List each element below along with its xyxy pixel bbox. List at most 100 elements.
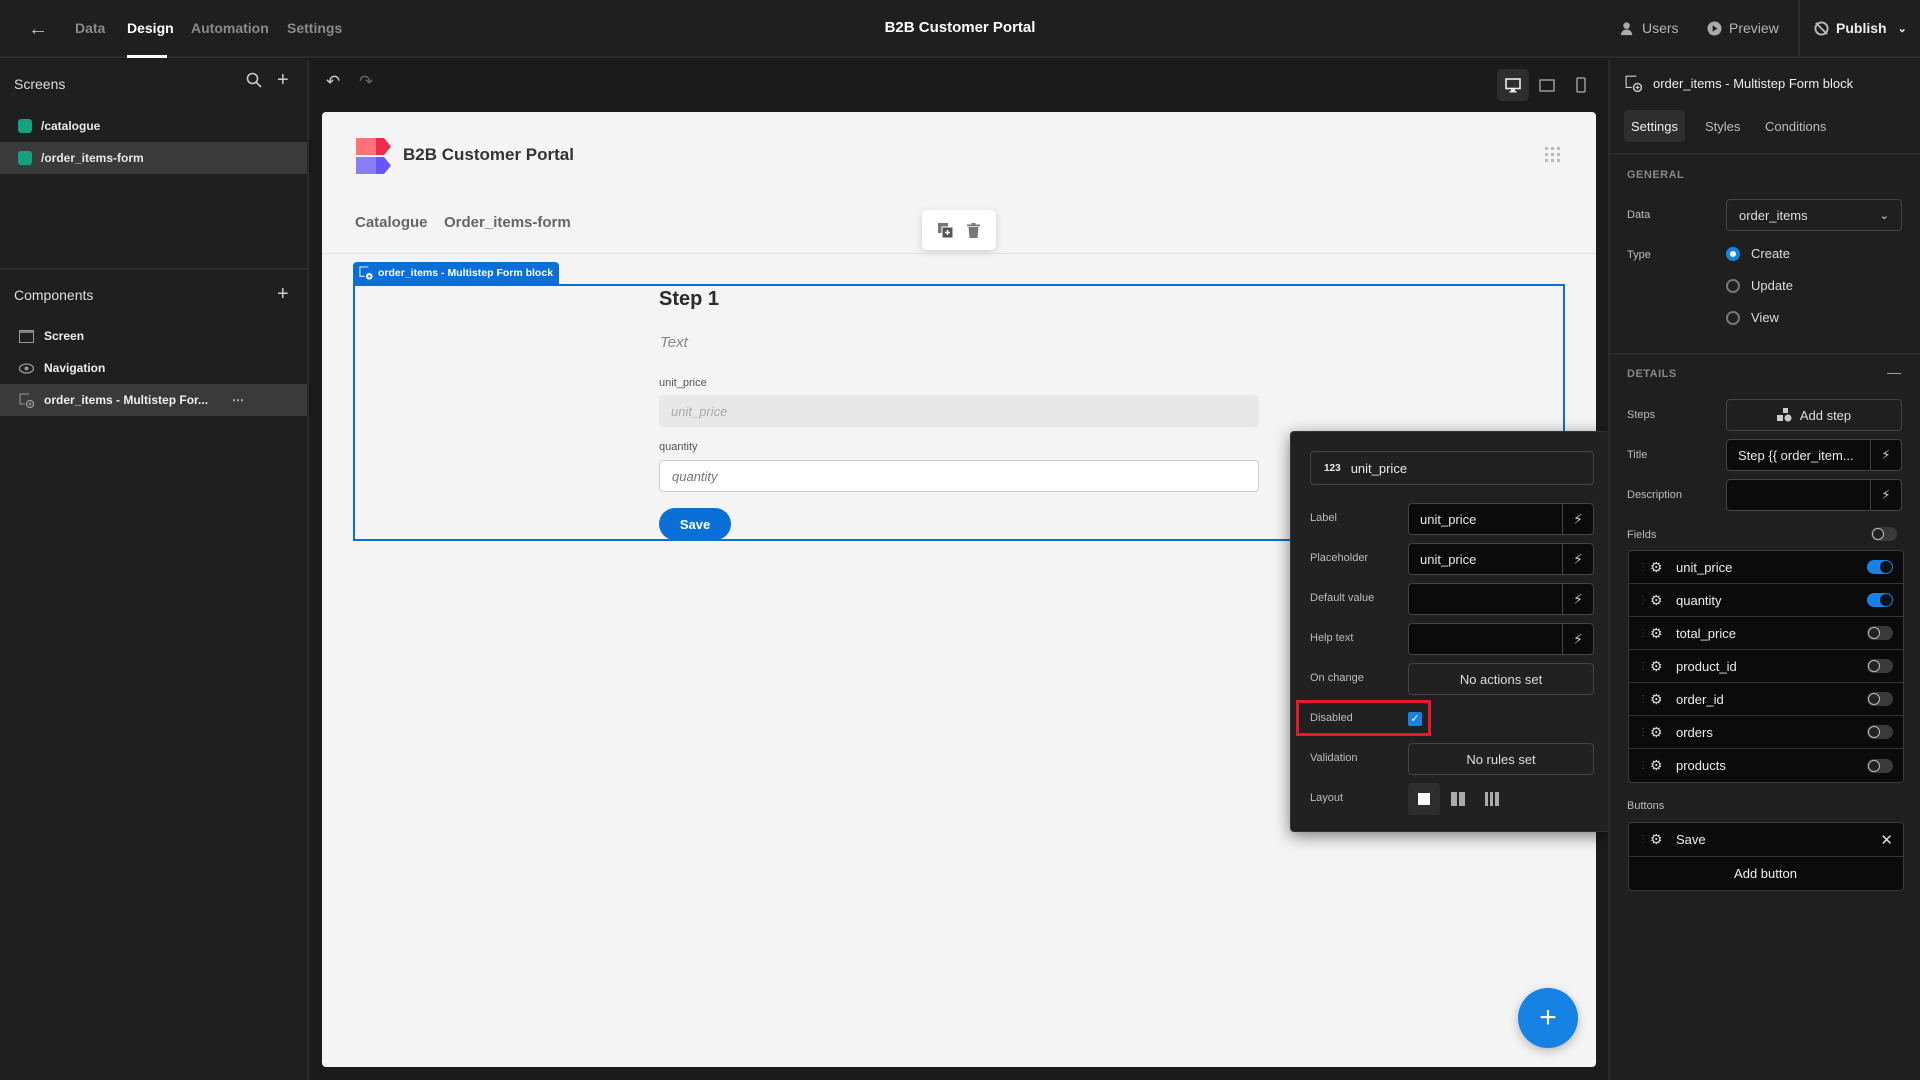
screen-item-order-items-form[interactable]: /order_items-form — [0, 142, 307, 174]
tab-styles[interactable]: Styles — [1698, 110, 1747, 142]
drag-handle-icon[interactable]: ⋮⋮ — [1638, 562, 1658, 573]
mobile-view-button[interactable] — [1565, 69, 1597, 101]
lightning-bolt-icon[interactable]: ⚡︎ — [1562, 624, 1593, 654]
field-row-unit-price[interactable]: ⋮⋮ ⚙ unit_price — [1629, 551, 1903, 584]
lightning-bolt-icon[interactable]: ⚡︎ — [1562, 504, 1593, 534]
nav-link-catalogue[interactable]: Catalogue — [355, 214, 428, 231]
component-item-label: Navigation — [44, 361, 106, 375]
publish-button[interactable]: Publish ⌄ — [1814, 20, 1907, 36]
drag-handle-icon[interactable]: ⋮⋮ — [1638, 595, 1658, 606]
field-toggle[interactable] — [1867, 725, 1893, 739]
validation-button[interactable]: No rules set — [1408, 743, 1594, 775]
unit-price-input[interactable]: unit_price — [659, 395, 1259, 427]
top-bar: ← Data Design Automation Settings B2B Cu… — [0, 0, 1920, 58]
step-description-value[interactable] — [1727, 480, 1870, 510]
tablet-view-button[interactable] — [1531, 69, 1563, 101]
field-toggle[interactable] — [1867, 758, 1893, 773]
screen-item-catalogue[interactable]: /catalogue — [0, 110, 307, 142]
gear-icon[interactable]: ⚙ — [1650, 724, 1672, 741]
drag-handle-icon[interactable]: ⋮⋮ — [1638, 760, 1658, 771]
layout-three-column-button[interactable] — [1476, 783, 1508, 815]
button-row-save[interactable]: ⋮⋮ ⚙ Save ✕ — [1629, 823, 1903, 857]
gear-icon[interactable]: ⚙ — [1650, 592, 1672, 609]
on-change-button[interactable]: No actions set — [1408, 663, 1594, 695]
nav-link-order-items-form[interactable]: Order_items-form — [444, 214, 571, 231]
save-button[interactable]: Save — [659, 508, 731, 540]
label-field[interactable]: unit_price ⚡︎ — [1408, 503, 1594, 535]
lightning-bolt-icon[interactable]: ⚡︎ — [1870, 440, 1901, 470]
field-row-product-id[interactable]: ⋮⋮ ⚙ product_id — [1629, 650, 1903, 683]
add-step-button[interactable]: Add step — [1726, 399, 1902, 431]
gear-icon[interactable]: ⚙ — [1650, 625, 1672, 642]
field-toggle[interactable] — [1867, 593, 1893, 607]
field-toggle[interactable] — [1867, 659, 1893, 673]
default-value-value[interactable] — [1409, 584, 1562, 614]
tab-conditions[interactable]: Conditions — [1758, 110, 1833, 142]
step-title-field[interactable]: Step {{ order_item... ⚡︎ — [1726, 439, 1902, 471]
gear-icon[interactable]: ⚙ — [1650, 658, 1672, 675]
component-item-navigation[interactable]: Navigation — [0, 352, 307, 384]
gear-icon[interactable]: ⚙ — [1650, 559, 1672, 576]
drag-handle-icon[interactable]: ⋮⋮ — [1638, 661, 1658, 672]
field-toggle[interactable] — [1867, 626, 1893, 640]
validation-row-label: Validation — [1310, 752, 1358, 764]
field-row-products[interactable]: ⋮⋮ ⚙ products — [1629, 749, 1903, 782]
fields-list: ⋮⋮ ⚙ unit_price ⋮⋮ ⚙ quantity ⋮⋮ ⚙ total_price… — [1628, 550, 1904, 783]
collapse-icon[interactable]: — — [1887, 364, 1901, 380]
component-item-multistep-form[interactable]: order_items - Multistep For... ⋯ — [0, 384, 307, 416]
grid-menu-icon[interactable] — [1545, 147, 1561, 163]
drag-handle-icon[interactable]: ⋮⋮ — [1638, 694, 1658, 705]
field-row-total-price[interactable]: ⋮⋮ ⚙ total_price — [1629, 617, 1903, 650]
desktop-view-button[interactable] — [1497, 69, 1529, 101]
layout-two-column-button[interactable] — [1442, 783, 1474, 815]
selected-block-label[interactable]: order_items - Multistep Form block — [353, 262, 560, 284]
type-radio-update[interactable]: Update — [1726, 278, 1793, 293]
add-component-fab[interactable]: + — [1518, 988, 1578, 1048]
gear-icon[interactable]: ⚙ — [1650, 757, 1672, 774]
lightning-bolt-icon[interactable]: ⚡︎ — [1562, 544, 1593, 574]
close-icon[interactable]: ✕ — [1880, 831, 1893, 849]
placeholder-value[interactable]: unit_price — [1409, 544, 1562, 574]
lightning-bolt-icon[interactable]: ⚡︎ — [1870, 480, 1901, 510]
type-radio-view[interactable]: View — [1726, 310, 1779, 325]
component-item-screen[interactable]: Screen — [0, 320, 307, 352]
search-icon[interactable] — [246, 72, 262, 93]
drag-handle-icon[interactable]: ⋮⋮ — [1638, 628, 1658, 639]
gear-icon[interactable]: ⚙ — [1650, 831, 1672, 848]
field-row-quantity[interactable]: ⋮⋮ ⚙ quantity — [1629, 584, 1903, 617]
placeholder-field[interactable]: unit_price ⚡︎ — [1408, 543, 1594, 575]
tab-settings-panel[interactable]: Settings — [1624, 110, 1685, 142]
add-button[interactable]: Add button — [1629, 857, 1903, 890]
default-value-field[interactable]: ⚡︎ — [1408, 583, 1594, 615]
more-options-icon[interactable]: ⋯ — [232, 393, 244, 407]
duplicate-icon[interactable] — [938, 222, 953, 238]
lightning-bolt-icon[interactable]: ⚡︎ — [1562, 584, 1593, 614]
gear-icon[interactable]: ⚙ — [1650, 691, 1672, 708]
type-radio-create[interactable]: Create — [1726, 246, 1790, 261]
preview-button[interactable]: Preview — [1707, 20, 1779, 36]
disabled-checkbox[interactable]: ✓ — [1408, 712, 1422, 726]
field-toggle[interactable] — [1867, 560, 1893, 574]
add-screen-icon[interactable]: + — [277, 70, 289, 90]
data-label: Data — [1627, 209, 1651, 221]
field-row-orders[interactable]: ⋮⋮ ⚙ orders — [1629, 716, 1903, 749]
help-text-value[interactable] — [1409, 624, 1562, 654]
add-component-icon[interactable]: + — [277, 284, 289, 304]
field-toggle[interactable] — [1867, 692, 1893, 706]
chevron-down-icon: ⌄ — [1897, 22, 1907, 35]
drag-handle-icon[interactable]: ⋮⋮ — [1638, 834, 1658, 845]
drag-handle-icon[interactable]: ⋮⋮ — [1638, 727, 1658, 738]
users-button[interactable]: Users — [1620, 20, 1679, 36]
fields-all-toggle[interactable] — [1871, 527, 1897, 541]
step-title-value[interactable]: Step {{ order_item... — [1727, 440, 1870, 470]
data-source-select[interactable]: order_items ⌄ — [1726, 199, 1902, 231]
undo-icon[interactable]: ↶ — [326, 72, 340, 92]
label-value[interactable]: unit_price — [1409, 504, 1562, 534]
layout-single-column-button[interactable] — [1408, 783, 1440, 815]
redo-icon[interactable]: ↷ — [359, 72, 373, 92]
field-row-order-id[interactable]: ⋮⋮ ⚙ order_id — [1629, 683, 1903, 716]
quantity-input[interactable]: quantity — [659, 460, 1259, 492]
help-text-field[interactable]: ⚡︎ — [1408, 623, 1594, 655]
trash-icon[interactable] — [967, 222, 980, 238]
step-description-field[interactable]: ⚡︎ — [1726, 479, 1902, 511]
